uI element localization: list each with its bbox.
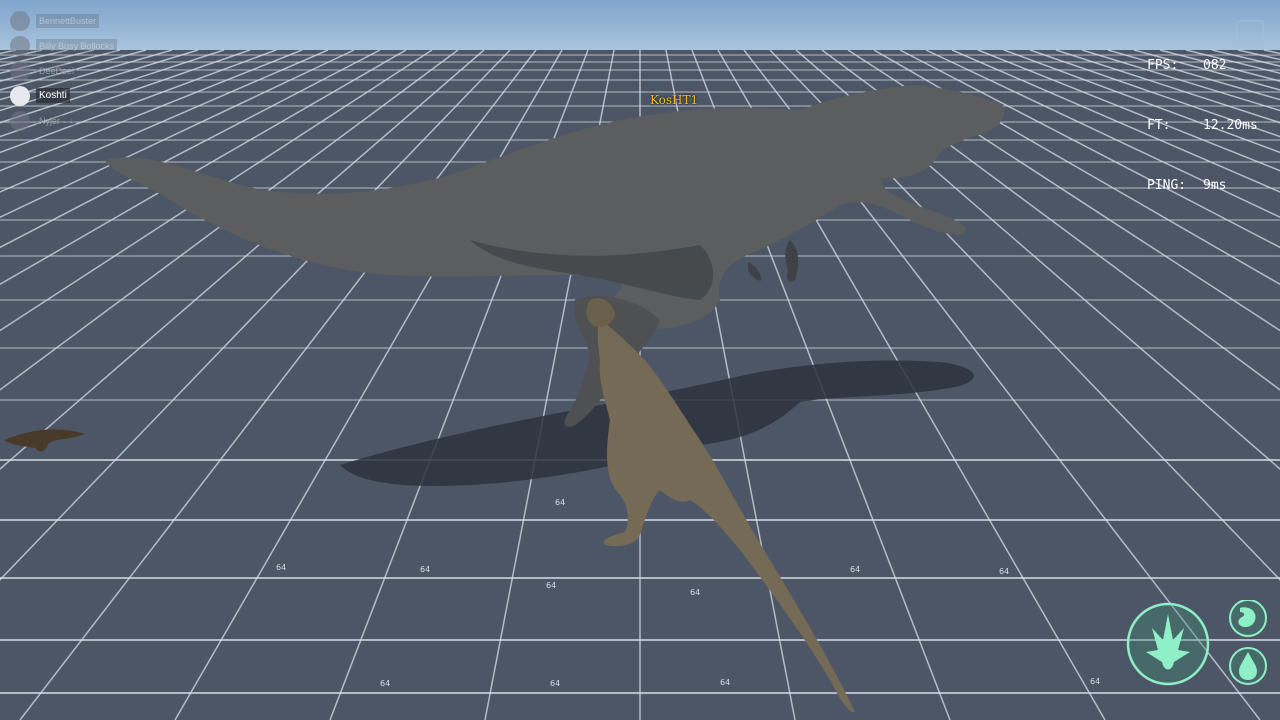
- ability-hud: [1126, 600, 1267, 686]
- player-row[interactable]: BennettBuster: [10, 8, 117, 33]
- avatar: [10, 35, 30, 56]
- avatar: [10, 85, 30, 106]
- stomach-icon[interactable]: [1229, 600, 1267, 637]
- map-icon[interactable]: [1236, 20, 1264, 44]
- water-drop-icon[interactable]: [1229, 647, 1267, 685]
- trex-body: [105, 85, 1005, 330]
- ping-label: PING:: [1147, 178, 1187, 193]
- player-name: Billy Busy Bollocks: [36, 38, 118, 53]
- avatar: [10, 60, 30, 81]
- voice-indicator-icon: ↓: [66, 115, 77, 126]
- avatar: [10, 110, 30, 131]
- player-row[interactable]: Billy Busy Bollocks: [10, 33, 118, 58]
- trex-arm-2: [748, 262, 762, 281]
- ft-value: 12.20ms: [1203, 118, 1258, 133]
- footprint-icon[interactable]: [1126, 602, 1210, 686]
- player-name: Nyjer: [36, 113, 64, 128]
- player-nametag: KosHT1: [650, 93, 699, 107]
- player-name: Koshti: [36, 88, 70, 103]
- ft-label: FT:: [1147, 118, 1171, 133]
- trex-arm: [785, 240, 799, 282]
- ping-value: 9ms: [1203, 178, 1227, 193]
- fps-label: FPS:: [1147, 58, 1179, 73]
- game-viewport[interactable]: 64 64 64 64 64 64 64 64 64 64 64 BennettBuster Bill…: [0, 0, 1280, 720]
- performance-stats: FPS: 082 FT: 12.20ms PING: 9ms: [1147, 16, 1258, 236]
- player-row[interactable]: Nyjer ↓: [10, 108, 117, 133]
- player-row[interactable]: Koshti: [10, 83, 117, 108]
- player-name: DeeDeel: [36, 63, 78, 78]
- avatar: [10, 10, 30, 31]
- player-name: BennettBuster: [36, 13, 100, 28]
- fps-value: 082: [1203, 58, 1227, 73]
- player-row[interactable]: DeeDeel: [10, 58, 117, 83]
- player-list: BennettBuster Billy Busy Bollocks DeeDeel K…: [10, 8, 118, 133]
- distant-dino: [4, 429, 85, 452]
- dinosaur-scene: [4, 85, 1005, 713]
